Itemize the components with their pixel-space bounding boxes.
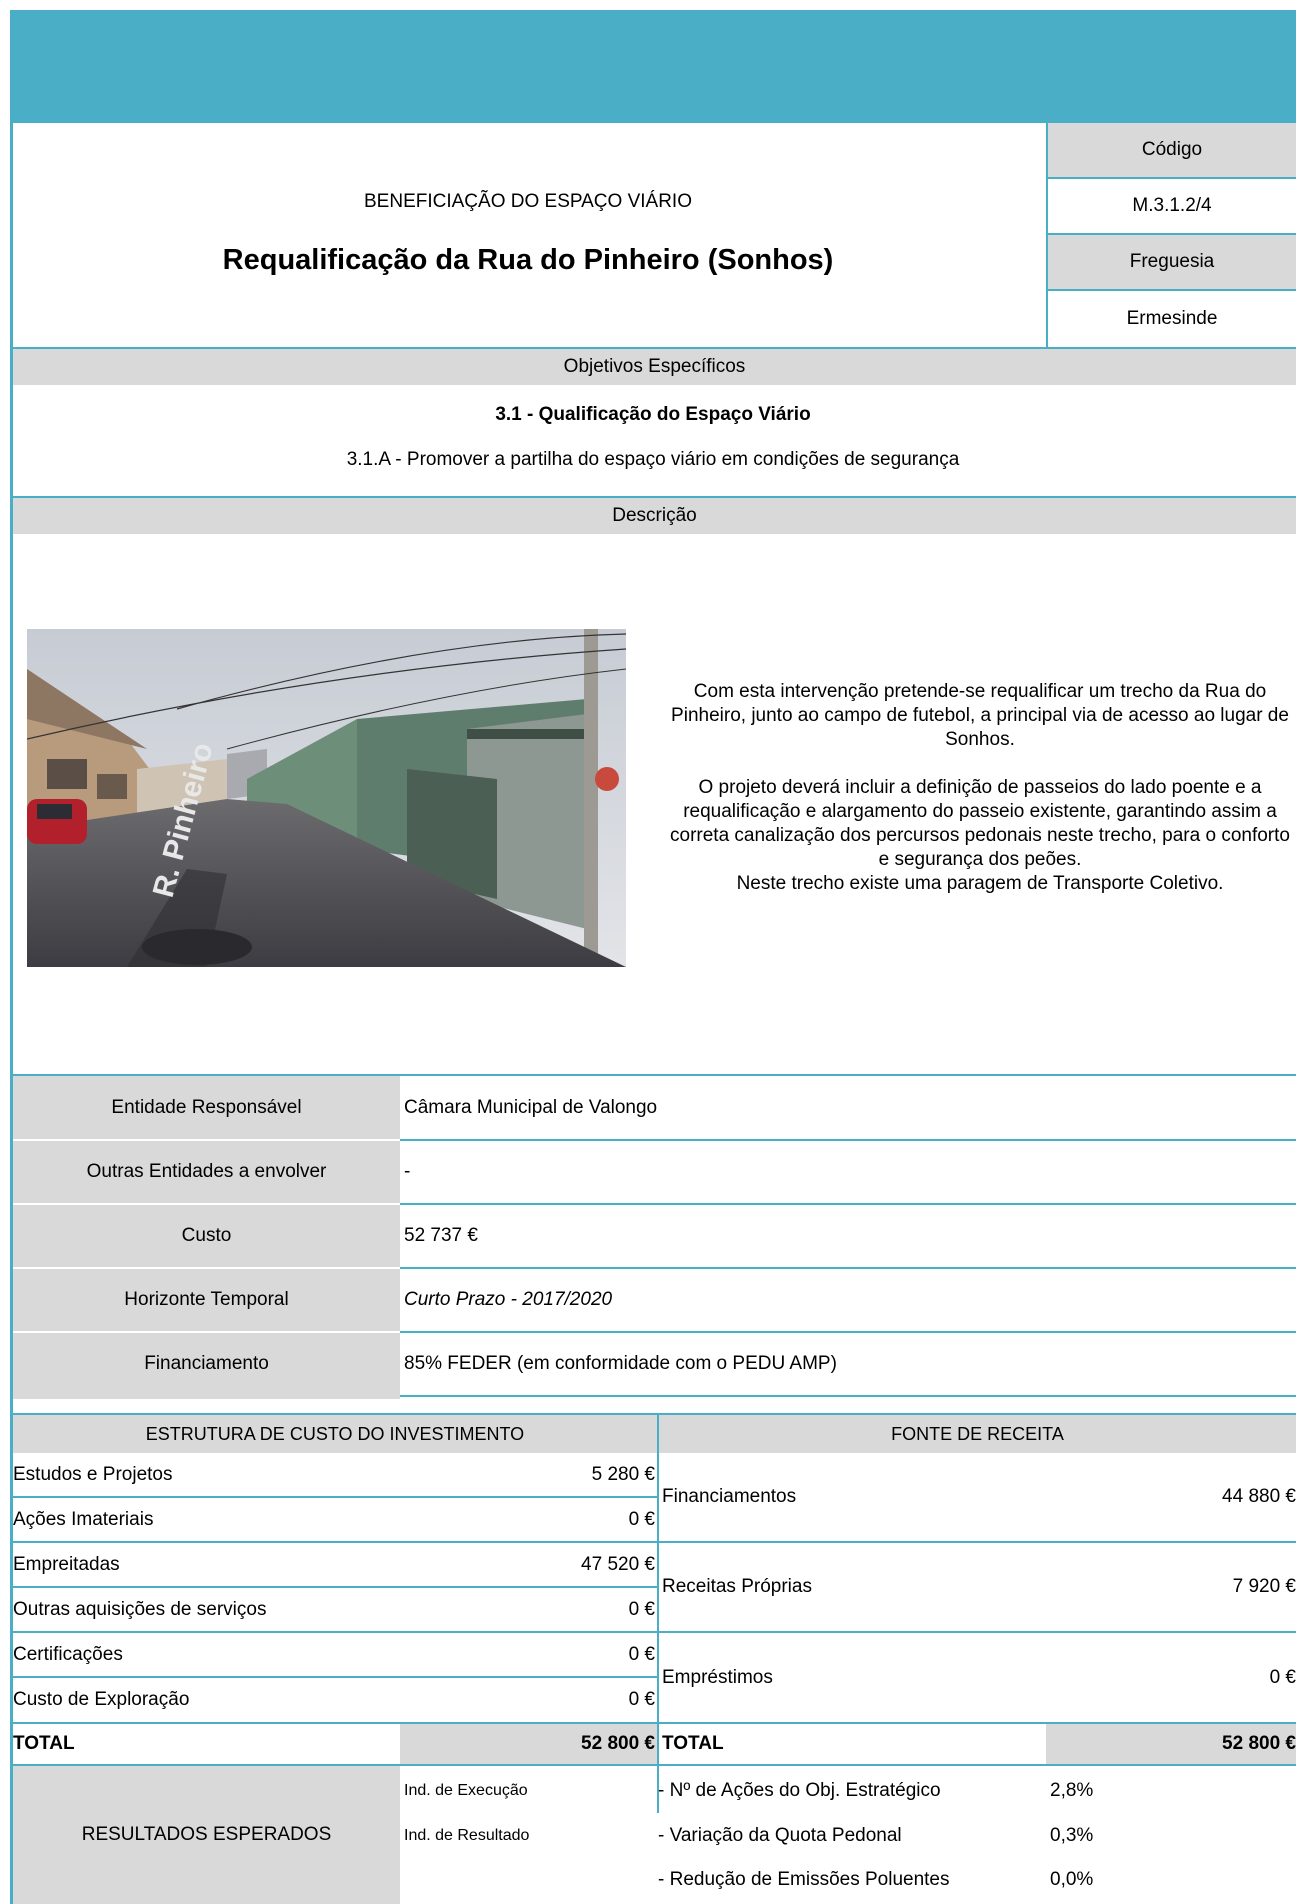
code-label: Código <box>1048 123 1296 177</box>
cost-row-label: Empreitadas <box>13 1553 120 1575</box>
street-photo-image: R. Pinheiro <box>27 629 626 967</box>
revenue-row-label: Financiamentos <box>662 1486 797 1507</box>
cost-row-label: Estudos e Projetos <box>13 1463 173 1485</box>
cost-row-value: 5 280 € <box>591 1463 655 1485</box>
entity-value: Câmara Municipal de Valongo <box>404 1096 658 1118</box>
revenue-row-label: Receitas Próprias <box>662 1576 812 1597</box>
revenue-row-value: 44 880 € <box>1222 1486 1296 1507</box>
parish-label: Freguesia <box>1048 235 1296 289</box>
cost-row-label: Certificações <box>13 1643 123 1665</box>
category-label: BENEFICIAÇÃO DO ESPAÇO VIÁRIO <box>364 191 692 212</box>
cost-total-value: 52 800 € <box>400 1724 657 1764</box>
indicator-label: - Variação da Quota Pedonal <box>658 1825 902 1846</box>
project-sheet: BENEFICIAÇÃO DO ESPAÇO VIÁRIO Requalific… <box>10 10 1296 1904</box>
description-text: Com esta intervenção pretende-se requali… <box>664 680 1296 896</box>
exec-indicator-label: Ind. de Execução <box>404 1782 528 1799</box>
cost-value: 52 737 € <box>404 1225 478 1246</box>
cost-row-value: 0 € <box>628 1689 655 1710</box>
revenue-heading: FONTE DE RECEITA <box>659 1415 1296 1453</box>
indicator-label: - Nº de Ações do Obj. Estratégico <box>658 1780 941 1801</box>
description-paragraph: Com esta intervenção pretende-se requali… <box>671 681 1289 750</box>
revenue-row-value: 0 € <box>1269 1666 1296 1688</box>
cost-label: Custo <box>181 1225 232 1246</box>
cost-row-value: 0 € <box>628 1508 655 1530</box>
page-title: Requalificação da Rua do Pinheiro (Sonho… <box>222 243 834 276</box>
cost-total-label: TOTAL <box>13 1733 75 1754</box>
cost-row-value: 47 520 € <box>581 1553 655 1575</box>
horizon-value: Curto Prazo - 2017/2020 <box>404 1289 613 1310</box>
indicator-label: - Redução de Emissões Poluentes <box>658 1869 950 1890</box>
revenue-total-label: TOTAL <box>662 1733 724 1754</box>
cost-row-label: Custo de Exploração <box>13 1689 190 1710</box>
parish-value: Ermesinde <box>1126 308 1218 329</box>
funding-label: Financiamento <box>144 1353 269 1374</box>
objectives-heading: Objetivos Específicos <box>13 349 1296 385</box>
entity-label: Entidade Responsável <box>111 1096 302 1118</box>
cost-structure-heading: ESTRUTURA DE CUSTO DO INVESTIMENTO <box>13 1415 657 1453</box>
revenue-row-label: Empréstimos <box>662 1666 773 1688</box>
header-bar <box>10 10 1296 123</box>
other-entities-value: - <box>404 1161 411 1182</box>
description-heading: Descrição <box>13 498 1296 534</box>
indicator-value: 2,8% <box>1050 1780 1094 1801</box>
objective-sub: 3.1.A - Promover a partilha do espaço vi… <box>346 449 960 470</box>
funding-value: 85% FEDER (em conformidade com o PEDU AM… <box>404 1353 837 1374</box>
indicator-value: 0,3% <box>1050 1825 1094 1846</box>
objective-main: 3.1 - Qualificação do Espaço Viário <box>495 404 811 425</box>
result-indicator-label: Ind. de Resultado <box>404 1827 530 1844</box>
revenue-total-value: 52 800 € <box>1046 1724 1296 1764</box>
indicator-value: 0,0% <box>1050 1869 1094 1890</box>
results-label: RESULTADOS ESPERADOS <box>13 1766 400 1904</box>
description-paragraph: O projeto deverá incluir a definição de … <box>670 777 1290 870</box>
description-paragraph: Neste trecho existe uma paragem de Trans… <box>736 873 1224 894</box>
street-photo: R. Pinheiro <box>27 629 626 967</box>
horizon-label: Horizonte Temporal <box>124 1289 289 1310</box>
cost-row-label: Ações Imateriais <box>13 1508 154 1530</box>
code-value: M.3.1.2/4 <box>1132 195 1212 216</box>
other-entities-label: Outras Entidades a envolver <box>86 1161 327 1182</box>
cost-row-label: Outras aquisições de serviços <box>13 1598 267 1620</box>
revenue-row-value: 7 920 € <box>1232 1576 1296 1597</box>
cost-row-value: 0 € <box>628 1643 655 1665</box>
cost-row-value: 0 € <box>628 1598 655 1620</box>
